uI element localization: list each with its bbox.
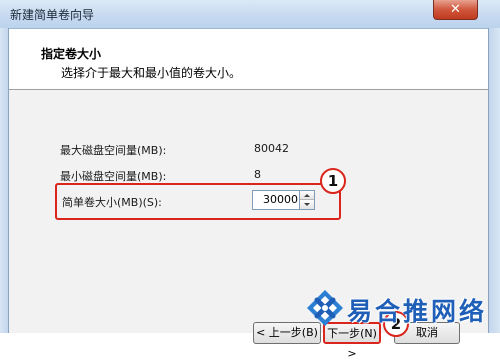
callout-badge-1: 1 bbox=[320, 168, 346, 194]
page-subtitle: 选择介于最大和最小值的卷大小。 bbox=[61, 66, 242, 80]
max-space-value: 80042 bbox=[254, 142, 289, 155]
watermark-text: 易合推网络 bbox=[347, 297, 488, 326]
window-frame-left bbox=[0, 28, 9, 333]
volume-size-label: 简单卷大小(MB)(S): bbox=[62, 196, 162, 209]
chevron-down-icon bbox=[304, 203, 310, 206]
volume-size-input[interactable]: 30000 bbox=[252, 190, 300, 210]
min-space-value: 8 bbox=[254, 168, 261, 181]
logo-icon bbox=[307, 290, 343, 326]
watermark: 易合推网络 bbox=[305, 286, 500, 333]
spin-up-button[interactable] bbox=[300, 191, 314, 200]
title-bar[interactable]: 新建简单卷向导 ✕ bbox=[0, 0, 500, 29]
chevron-up-icon bbox=[304, 194, 310, 197]
spin-down-button[interactable] bbox=[300, 200, 314, 209]
volume-size-spinner bbox=[300, 190, 315, 210]
close-button[interactable]: ✕ bbox=[433, 0, 478, 20]
max-space-label: 最大磁盘空间量(MB): bbox=[60, 144, 167, 157]
wizard-window: 新建简单卷向导 ✕ 指定卷大小 选择介于最大和最小值的卷大小。 最大磁盘空间量(… bbox=[0, 0, 500, 360]
wizard-header: 指定卷大小 选择介于最大和最小值的卷大小。 bbox=[9, 29, 488, 90]
window-title: 新建简单卷向导 bbox=[10, 8, 95, 22]
min-space-label: 最小磁盘空间量(MB): bbox=[60, 170, 167, 183]
page-title: 指定卷大小 bbox=[41, 47, 102, 61]
close-icon: ✕ bbox=[450, 2, 461, 17]
